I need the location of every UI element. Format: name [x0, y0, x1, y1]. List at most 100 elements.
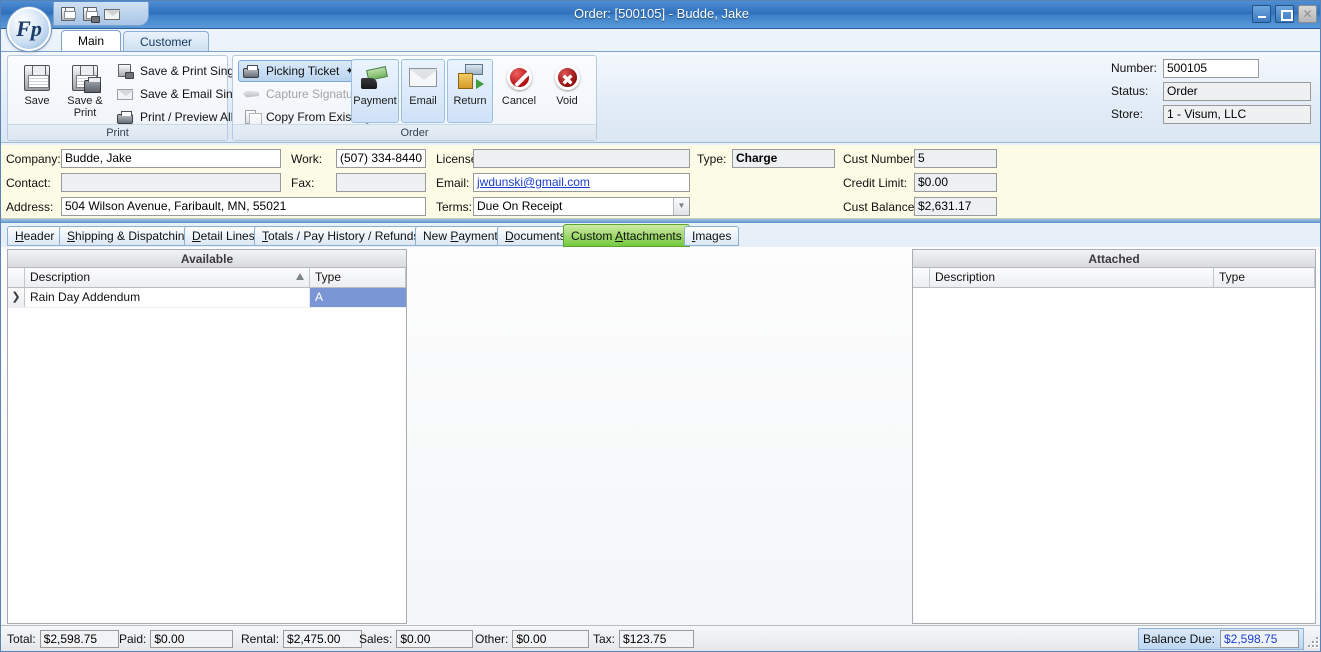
resize-grip-icon[interactable] [1306, 635, 1319, 648]
email-icon[interactable] [103, 5, 121, 23]
row-description-cell[interactable]: Rain Day Addendum [25, 288, 310, 307]
ribbon-tab-customer[interactable]: Customer [123, 31, 210, 52]
email-link[interactable]: jwdunski@gmail.com [473, 173, 690, 192]
work-field[interactable]: (507) 334-8440 [336, 149, 426, 168]
window-controls: ✕ [1252, 5, 1317, 23]
type-label: Type: [697, 152, 727, 166]
close-icon: ✕ [1302, 7, 1313, 21]
store-row: Store: 1 - Visum, LLC [1111, 104, 1316, 124]
credit-limit-field: $0.00 [914, 173, 997, 192]
attached-column-type[interactable]: Type [1214, 268, 1315, 287]
rental-value: $2,475.00 [283, 630, 363, 648]
number-field[interactable]: 500105 [1163, 58, 1259, 78]
email-button-label: Email [409, 95, 437, 107]
store-label: Store: [1111, 107, 1144, 121]
ribbon-group-print: Save Save & Print Save & Print Single Sa… [7, 55, 249, 141]
available-grid-header: Description Type [8, 268, 406, 288]
cust-balance-label: Cust Balance: [843, 200, 918, 214]
ribbon-group-print-label: Print [8, 124, 227, 140]
tab-custom-attachments[interactable]: Custom Attachments [563, 224, 690, 247]
terms-combobox[interactable]: Due On Receipt ▼ [473, 197, 690, 216]
sales-value: $0.00 [396, 630, 474, 648]
ribbon-group-order: Picking Ticket ✦ Capture Signature Copy … [232, 55, 597, 141]
number-row: Number: 500105 [1111, 58, 1316, 78]
status-total: Total: $2,598.75 [7, 630, 119, 648]
available-column-description-label: Description [30, 270, 91, 284]
contact-label: Contact: [6, 176, 51, 190]
floppy-disk-icon [21, 63, 53, 93]
picking-ticket-button[interactable]: Picking Ticket ✦ [238, 60, 359, 82]
print-preview-all-label: Print / Preview All [140, 110, 234, 124]
status-other: Other: $0.00 [475, 630, 590, 648]
save-icon[interactable] [59, 5, 77, 23]
tab-detail-lines[interactable]: Detail Lines [184, 226, 263, 246]
void-button[interactable]: Void [544, 59, 590, 123]
tab-new-payment[interactable]: New Payment [415, 226, 506, 246]
row-type-cell[interactable]: A [310, 288, 406, 307]
close-button[interactable]: ✕ [1298, 5, 1317, 23]
attached-column-type-label: Type [1219, 270, 1246, 284]
logo-text: Fp [16, 16, 42, 41]
save-print-single-label: Save & Print Single [140, 64, 244, 78]
save-button-label: Save [24, 95, 50, 107]
cust-balance-field: $2,631.17 [914, 197, 997, 216]
status-rental: Rental: $2,475.00 [241, 630, 363, 648]
copy-icon [243, 109, 262, 129]
status-row: Status: Order [1111, 81, 1316, 101]
tax-value: $123.75 [619, 630, 695, 648]
return-button-label: Return [453, 95, 487, 107]
cancel-button-label: Cancel [501, 95, 537, 107]
contact-field[interactable] [61, 173, 281, 192]
cust-number-label: Cust Number: [843, 152, 918, 166]
tab-header[interactable]: Header [7, 226, 63, 246]
fax-field[interactable] [336, 173, 426, 192]
cust-number-field: 5 [914, 149, 997, 168]
company-field[interactable]: Budde, Jake [61, 149, 281, 168]
chevron-down-icon[interactable]: ▼ [673, 198, 689, 215]
table-row[interactable]: ❯ Rain Day Addendum A [8, 288, 406, 308]
payment-button[interactable]: Payment [351, 59, 399, 123]
maximize-button[interactable] [1275, 5, 1294, 23]
sort-ascending-icon [296, 273, 304, 280]
row-indicator-header [913, 268, 930, 287]
title-bar: Order: [500105] - Budde, Jake ✕ [1, 1, 1320, 29]
status-field: Order [1163, 81, 1311, 101]
void-button-label: Void [556, 95, 578, 107]
tab-shipping-dispatching[interactable]: Shipping & Dispatching [59, 226, 200, 246]
return-button[interactable]: Return [447, 59, 493, 123]
save-and-print-button[interactable]: Save & Print [62, 59, 108, 123]
app-logo[interactable]: Fp [7, 7, 51, 51]
available-panel-title: Available [8, 250, 406, 268]
minimize-button[interactable] [1252, 5, 1271, 23]
tab-images[interactable]: Images [684, 226, 740, 246]
balance-due-panel: Balance Due: $2,598.75 [1137, 628, 1304, 650]
email-label: Email: [436, 176, 470, 190]
section-divider [1, 219, 1320, 223]
attached-panel: Attached Description Type [912, 249, 1316, 624]
balance-due-value: $2,598.75 [1220, 630, 1299, 648]
available-column-type[interactable]: Type [310, 268, 406, 287]
return-package-icon [454, 63, 486, 93]
fax-label: Fax: [291, 176, 315, 190]
envelope-icon [407, 63, 439, 93]
email-button[interactable]: Email [401, 59, 445, 123]
cancel-button[interactable]: Cancel [496, 59, 542, 123]
void-circle-icon [551, 63, 583, 93]
available-panel: Available Description Type ❯ Rain Day Ad… [7, 249, 407, 624]
ribbon-tab-main[interactable]: Main [61, 30, 122, 52]
order-header-fields: Number: 500105 Status: Order Store: 1 - … [1111, 58, 1316, 127]
address-field[interactable]: 504 Wilson Avenue, Faribault, MN, 55021 [61, 197, 426, 216]
save-print-icon[interactable] [81, 5, 100, 23]
license-field[interactable] [473, 149, 690, 168]
cash-hand-icon [359, 63, 391, 93]
attached-column-description[interactable]: Description [930, 268, 1214, 287]
company-label: Company: [6, 152, 61, 166]
save-button[interactable]: Save [14, 59, 60, 123]
available-column-description[interactable]: Description [25, 268, 310, 287]
terms-value: Due On Receipt [477, 199, 563, 213]
tab-totals-pay-history-refunds[interactable]: Totals / Pay History / Refunds [254, 226, 428, 246]
capture-signature-button: Capture Signature [238, 83, 368, 105]
save-and-print-button-label: Save & Print [67, 95, 103, 119]
total-label: Total: [7, 632, 36, 646]
save-print-single-button[interactable]: Save & Print Single [112, 60, 248, 82]
